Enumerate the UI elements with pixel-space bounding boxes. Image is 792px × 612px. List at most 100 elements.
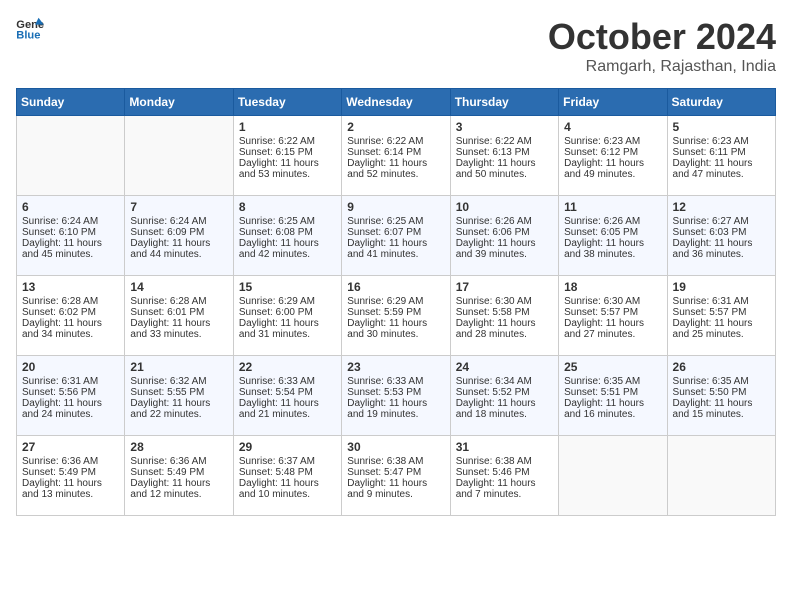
sunrise-text: Sunrise: 6:36 AM bbox=[130, 456, 206, 467]
sunset-text: Sunset: 6:11 PM bbox=[673, 147, 746, 158]
calendar-cell: 10 Sunrise: 6:26 AM Sunset: 6:06 PM Dayl… bbox=[450, 196, 558, 276]
weekday-header-row: SundayMondayTuesdayWednesdayThursdayFrid… bbox=[17, 89, 776, 116]
day-number: 12 bbox=[673, 200, 770, 214]
daylight-text: Daylight: 11 hours and 50 minutes. bbox=[456, 158, 536, 180]
sunset-text: Sunset: 6:12 PM bbox=[564, 147, 638, 158]
calendar-cell: 4 Sunrise: 6:23 AM Sunset: 6:12 PM Dayli… bbox=[559, 116, 667, 196]
sunrise-text: Sunrise: 6:24 AM bbox=[22, 216, 98, 227]
calendar-cell: 7 Sunrise: 6:24 AM Sunset: 6:09 PM Dayli… bbox=[125, 196, 233, 276]
daylight-text: Daylight: 11 hours and 22 minutes. bbox=[130, 398, 210, 420]
calendar-cell: 22 Sunrise: 6:33 AM Sunset: 5:54 PM Dayl… bbox=[233, 356, 341, 436]
sunrise-text: Sunrise: 6:34 AM bbox=[456, 376, 532, 387]
daylight-text: Daylight: 11 hours and 53 minutes. bbox=[239, 158, 319, 180]
sunrise-text: Sunrise: 6:30 AM bbox=[564, 296, 640, 307]
calendar-cell: 16 Sunrise: 6:29 AM Sunset: 5:59 PM Dayl… bbox=[342, 276, 450, 356]
daylight-text: Daylight: 11 hours and 41 minutes. bbox=[347, 238, 427, 260]
sunrise-text: Sunrise: 6:22 AM bbox=[456, 136, 532, 147]
calendar-cell: 23 Sunrise: 6:33 AM Sunset: 5:53 PM Dayl… bbox=[342, 356, 450, 436]
daylight-text: Daylight: 11 hours and 52 minutes. bbox=[347, 158, 427, 180]
calendar-week-row: 13 Sunrise: 6:28 AM Sunset: 6:02 PM Dayl… bbox=[17, 276, 776, 356]
sunrise-text: Sunrise: 6:32 AM bbox=[130, 376, 206, 387]
daylight-text: Daylight: 11 hours and 28 minutes. bbox=[456, 318, 536, 340]
sunrise-text: Sunrise: 6:22 AM bbox=[347, 136, 423, 147]
calendar-cell: 27 Sunrise: 6:36 AM Sunset: 5:49 PM Dayl… bbox=[17, 436, 125, 516]
day-number: 15 bbox=[239, 280, 336, 294]
daylight-text: Daylight: 11 hours and 7 minutes. bbox=[456, 478, 536, 500]
daylight-text: Daylight: 11 hours and 10 minutes. bbox=[239, 478, 319, 500]
calendar-week-row: 20 Sunrise: 6:31 AM Sunset: 5:56 PM Dayl… bbox=[17, 356, 776, 436]
daylight-text: Daylight: 11 hours and 42 minutes. bbox=[239, 238, 319, 260]
sunset-text: Sunset: 6:02 PM bbox=[22, 307, 96, 318]
day-number: 26 bbox=[673, 360, 770, 374]
sunrise-text: Sunrise: 6:28 AM bbox=[22, 296, 98, 307]
calendar-cell: 1 Sunrise: 6:22 AM Sunset: 6:15 PM Dayli… bbox=[233, 116, 341, 196]
calendar-cell: 24 Sunrise: 6:34 AM Sunset: 5:52 PM Dayl… bbox=[450, 356, 558, 436]
daylight-text: Daylight: 11 hours and 44 minutes. bbox=[130, 238, 210, 260]
weekday-header: Wednesday bbox=[342, 89, 450, 116]
page-header: General Blue October 2024 Ramgarh, Rajas… bbox=[16, 16, 776, 76]
day-number: 27 bbox=[22, 440, 119, 454]
calendar-cell: 9 Sunrise: 6:25 AM Sunset: 6:07 PM Dayli… bbox=[342, 196, 450, 276]
daylight-text: Daylight: 11 hours and 16 minutes. bbox=[564, 398, 644, 420]
sunrise-text: Sunrise: 6:33 AM bbox=[347, 376, 423, 387]
calendar-cell: 6 Sunrise: 6:24 AM Sunset: 6:10 PM Dayli… bbox=[17, 196, 125, 276]
day-number: 29 bbox=[239, 440, 336, 454]
sunset-text: Sunset: 6:09 PM bbox=[130, 227, 204, 238]
sunset-text: Sunset: 6:10 PM bbox=[22, 227, 96, 238]
sunrise-text: Sunrise: 6:35 AM bbox=[564, 376, 640, 387]
day-number: 30 bbox=[347, 440, 444, 454]
daylight-text: Daylight: 11 hours and 24 minutes. bbox=[22, 398, 102, 420]
sunrise-text: Sunrise: 6:38 AM bbox=[347, 456, 423, 467]
weekday-header: Saturday bbox=[667, 89, 775, 116]
calendar-cell: 17 Sunrise: 6:30 AM Sunset: 5:58 PM Dayl… bbox=[450, 276, 558, 356]
weekday-header: Sunday bbox=[17, 89, 125, 116]
sunset-text: Sunset: 5:51 PM bbox=[564, 387, 638, 398]
daylight-text: Daylight: 11 hours and 13 minutes. bbox=[22, 478, 102, 500]
calendar-cell: 30 Sunrise: 6:38 AM Sunset: 5:47 PM Dayl… bbox=[342, 436, 450, 516]
sunset-text: Sunset: 5:59 PM bbox=[347, 307, 421, 318]
calendar-table: SundayMondayTuesdayWednesdayThursdayFrid… bbox=[16, 88, 776, 516]
daylight-text: Daylight: 11 hours and 34 minutes. bbox=[22, 318, 102, 340]
sunrise-text: Sunrise: 6:29 AM bbox=[347, 296, 423, 307]
calendar-cell: 18 Sunrise: 6:30 AM Sunset: 5:57 PM Dayl… bbox=[559, 276, 667, 356]
sunset-text: Sunset: 6:08 PM bbox=[239, 227, 313, 238]
day-number: 18 bbox=[564, 280, 661, 294]
sunrise-text: Sunrise: 6:24 AM bbox=[130, 216, 206, 227]
logo: General Blue bbox=[16, 16, 44, 40]
sunset-text: Sunset: 5:48 PM bbox=[239, 467, 313, 478]
sunset-text: Sunset: 5:57 PM bbox=[673, 307, 747, 318]
day-number: 17 bbox=[456, 280, 553, 294]
calendar-cell: 8 Sunrise: 6:25 AM Sunset: 6:08 PM Dayli… bbox=[233, 196, 341, 276]
sunrise-text: Sunrise: 6:30 AM bbox=[456, 296, 532, 307]
sunset-text: Sunset: 6:06 PM bbox=[456, 227, 530, 238]
sunrise-text: Sunrise: 6:36 AM bbox=[22, 456, 98, 467]
sunrise-text: Sunrise: 6:26 AM bbox=[456, 216, 532, 227]
weekday-header: Tuesday bbox=[233, 89, 341, 116]
sunrise-text: Sunrise: 6:35 AM bbox=[673, 376, 749, 387]
location-title: Ramgarh, Rajasthan, India bbox=[548, 58, 776, 76]
sunrise-text: Sunrise: 6:33 AM bbox=[239, 376, 315, 387]
sunrise-text: Sunrise: 6:31 AM bbox=[673, 296, 749, 307]
sunrise-text: Sunrise: 6:29 AM bbox=[239, 296, 315, 307]
sunset-text: Sunset: 5:57 PM bbox=[564, 307, 638, 318]
sunset-text: Sunset: 5:46 PM bbox=[456, 467, 530, 478]
day-number: 1 bbox=[239, 120, 336, 134]
day-number: 20 bbox=[22, 360, 119, 374]
calendar-cell bbox=[17, 116, 125, 196]
sunset-text: Sunset: 5:52 PM bbox=[456, 387, 530, 398]
calendar-cell: 5 Sunrise: 6:23 AM Sunset: 6:11 PM Dayli… bbox=[667, 116, 775, 196]
calendar-cell: 2 Sunrise: 6:22 AM Sunset: 6:14 PM Dayli… bbox=[342, 116, 450, 196]
day-number: 7 bbox=[130, 200, 227, 214]
daylight-text: Daylight: 11 hours and 18 minutes. bbox=[456, 398, 536, 420]
sunrise-text: Sunrise: 6:25 AM bbox=[239, 216, 315, 227]
day-number: 16 bbox=[347, 280, 444, 294]
calendar-cell: 20 Sunrise: 6:31 AM Sunset: 5:56 PM Dayl… bbox=[17, 356, 125, 436]
day-number: 19 bbox=[673, 280, 770, 294]
calendar-cell: 26 Sunrise: 6:35 AM Sunset: 5:50 PM Dayl… bbox=[667, 356, 775, 436]
calendar-cell: 15 Sunrise: 6:29 AM Sunset: 6:00 PM Dayl… bbox=[233, 276, 341, 356]
weekday-header: Thursday bbox=[450, 89, 558, 116]
daylight-text: Daylight: 11 hours and 47 minutes. bbox=[673, 158, 753, 180]
sunset-text: Sunset: 5:50 PM bbox=[673, 387, 747, 398]
weekday-header: Monday bbox=[125, 89, 233, 116]
daylight-text: Daylight: 11 hours and 21 minutes. bbox=[239, 398, 319, 420]
